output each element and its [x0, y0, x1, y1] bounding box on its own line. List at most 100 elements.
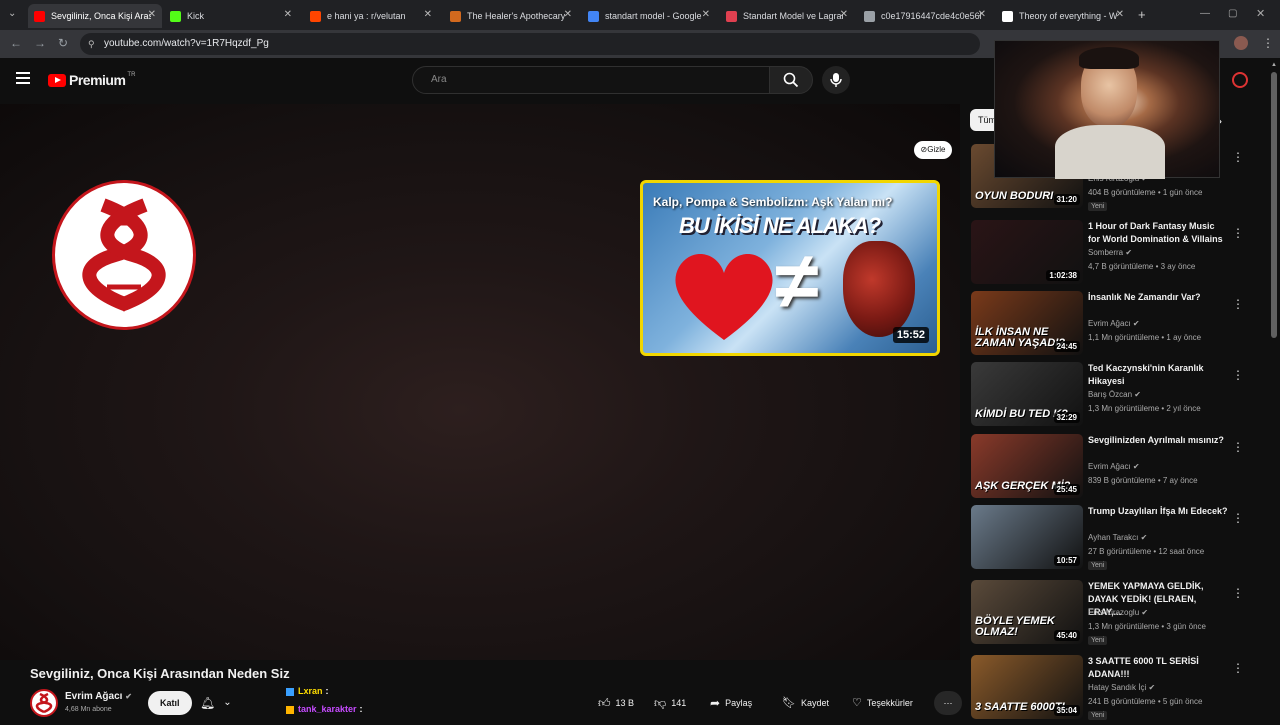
recommended-video-card[interactable]: BÖYLE YEMEK OLMAZ! 45:40 YEMEK YAPMAYA GEL… — [970, 580, 1270, 650]
video-menu-icon[interactable]: ⋮ — [1232, 297, 1244, 311]
new-tab-icon[interactable]: + — [1138, 7, 1146, 22]
browser-tab-title: Standart Model ve Lagran — [743, 11, 843, 21]
browser-tab[interactable]: Theory of everything - W ✕ — [996, 4, 1130, 28]
video-title[interactable]: 3 SAATTE 6000 TL SERİSİ ADANA!!! — [1088, 655, 1228, 681]
hamburger-menu-icon[interactable] — [16, 72, 30, 84]
new-badge: Yeni — [1088, 202, 1108, 211]
search-button[interactable] — [769, 66, 813, 94]
url-field[interactable]: ⚲ youtube.com/watch?v=1R7Hqzdf_Pg — [80, 33, 980, 55]
video-thumbnail[interactable]: 1:02:38 — [971, 220, 1083, 284]
close-tab-icon[interactable]: ✕ — [702, 9, 710, 20]
recommended-video-card[interactable]: 10:57 Trump Uzaylıları İfşa Mı Edecek? Ayh… — [970, 505, 1270, 575]
back-icon[interactable]: ← — [10, 36, 22, 50]
video-menu-icon[interactable]: ⋮ — [1232, 661, 1244, 675]
recommended-video-card[interactable]: KİMDİ BU TED K? 32:29 Ted Kaczynski'nin Ka… — [970, 362, 1270, 432]
chevron-down-icon: ⌄ — [223, 697, 232, 708]
video-channel[interactable]: Evrim Ağacı ✔ — [1088, 462, 1140, 471]
youtube-logo[interactable]: Premium TR — [48, 72, 135, 88]
browser-tab[interactable]: e hani ya : r/velutan ✕ — [304, 4, 438, 28]
browser-tab[interactable]: Kick ✕ — [164, 4, 298, 28]
dna-logo-icon — [35, 692, 53, 714]
video-meta: 1,1 Mn görüntüleme • 1 ay önce — [1088, 333, 1202, 342]
video-channel[interactable]: Hatay Sandık İçi ✔ — [1088, 683, 1155, 692]
browser-tab[interactable]: The Healer's Apothecary ✕ — [444, 4, 578, 28]
browser-tab[interactable]: Standart Model ve Lagran ✕ — [720, 4, 854, 28]
dislike-button[interactable]: 👎︎ 141 — [644, 691, 696, 715]
hide-endscreen-button[interactable]: ⊘Gizle — [914, 141, 952, 159]
like-button[interactable]: 👍︎ 13 B — [588, 691, 644, 715]
endscreen-video-card[interactable]: Kalp, Pompa & Sembolizm: Aşk Yalan mı? B… — [640, 180, 940, 356]
verified-icon: ✔ — [1130, 462, 1140, 471]
tab-list-dropdown-icon[interactable]: ⌄ — [8, 8, 16, 19]
video-title[interactable]: Sevgilinizden Ayrılmalı mısınız? — [1088, 434, 1228, 447]
apothecary-icon — [450, 10, 461, 22]
more-actions-button[interactable]: ⋯ — [934, 691, 962, 715]
video-menu-icon[interactable]: ⋮ — [1232, 368, 1244, 382]
profile-avatar-icon[interactable] — [1234, 36, 1248, 50]
recommended-video-card[interactable]: AŞK GERÇEK Mİ? 25:45 Sevgilinizden Ayrılma… — [970, 434, 1270, 504]
close-tab-icon[interactable]: ✕ — [840, 9, 848, 20]
close-tab-icon[interactable]: ✕ — [564, 9, 572, 20]
close-tab-icon[interactable]: ✕ — [424, 9, 432, 20]
video-channel[interactable]: Ayhan Tarakcı ✔ — [1088, 533, 1147, 542]
video-menu-icon[interactable]: ⋮ — [1232, 440, 1244, 454]
video-menu-icon[interactable]: ⋮ — [1232, 150, 1244, 164]
close-tab-icon[interactable]: ✕ — [1116, 9, 1124, 20]
site-info-icon[interactable]: ⚲ — [88, 33, 95, 55]
browser-tab[interactable]: c0e17916447cde4c0e56b ✕ — [858, 4, 992, 28]
video-title[interactable]: 1 Hour of Dark Fantasy Music for World D… — [1088, 220, 1228, 246]
bell-icon: 🔔︎ — [200, 696, 216, 710]
video-duration: 31:20 — [1053, 194, 1080, 205]
scrollbar-thumb[interactable] — [1271, 72, 1277, 338]
video-menu-icon[interactable]: ⋮ — [1232, 226, 1244, 240]
close-tab-icon[interactable]: ✕ — [148, 9, 156, 20]
video-thumbnail[interactable]: BÖYLE YEMEK OLMAZ! 45:40 — [971, 580, 1083, 644]
window-maximize-icon[interactable]: ▢ — [1228, 8, 1237, 19]
thanks-button[interactable]: ♡ Teşekkürler — [842, 691, 923, 715]
browser-tab-title: e hani ya : r/velutan — [327, 11, 406, 21]
window-minimize-icon[interactable]: — — [1200, 8, 1210, 19]
video-title[interactable]: Trump Uzaylıları İfşa Mı Edecek? — [1088, 505, 1228, 518]
recommended-video-card[interactable]: İLK İNSAN NE ZAMAN YAŞADI? 24:45 İnsanlık … — [970, 291, 1270, 361]
reload-icon[interactable]: ↻ — [58, 36, 68, 50]
video-thumbnail[interactable]: 10:57 — [971, 505, 1083, 569]
recommended-video-card[interactable]: 3 SAATTE 6000TL 35:04 3 SAATTE 6000 TL SER… — [970, 655, 1270, 725]
webcam-hair — [1079, 47, 1139, 69]
video-duration: 45:40 — [1053, 630, 1080, 641]
close-tab-icon[interactable]: ✕ — [284, 9, 292, 20]
channel-name[interactable]: Evrim Ağacı ✔ — [65, 691, 132, 702]
video-thumbnail[interactable]: İLK İNSAN NE ZAMAN YAŞADI? 24:45 — [971, 291, 1083, 355]
subscribe-bell-button[interactable]: 🔔︎ ⌄ — [192, 691, 240, 715]
forward-icon[interactable]: → — [34, 36, 46, 50]
new-badge: Yeni — [1088, 561, 1108, 570]
share-button[interactable]: ➦ Paylaş — [700, 691, 762, 715]
video-channel[interactable]: Evrim Ağacı ✔ — [1088, 319, 1140, 328]
channel-avatar[interactable] — [30, 689, 58, 717]
video-thumbnail[interactable]: KİMDİ BU TED K? 32:29 — [971, 362, 1083, 426]
join-button[interactable]: Katıl — [148, 691, 192, 715]
video-title[interactable]: İnsanlık Ne Zamandır Var? — [1088, 291, 1228, 304]
window-close-icon[interactable]: ✕ — [1256, 7, 1265, 20]
browser-menu-icon[interactable]: ⋮ — [1262, 36, 1274, 50]
browser-tab[interactable]: Sevgiliniz, Onca Kişi Arasın ✕ — [28, 4, 162, 28]
video-title[interactable]: Ted Kaczynski'nin Karanlık Hikayesi — [1088, 362, 1228, 388]
heart-icon — [675, 254, 773, 340]
browser-tab[interactable]: standart model - Google ✕ — [582, 4, 716, 28]
video-menu-icon[interactable]: ⋮ — [1232, 511, 1244, 525]
video-channel[interactable]: Somberra ✔ — [1088, 248, 1132, 257]
verified-icon: ✔ — [1146, 683, 1156, 692]
sidebar-scrollbar[interactable]: ▲ — [1270, 62, 1278, 720]
video-thumbnail[interactable]: AŞK GERÇEK Mİ? 25:45 — [971, 434, 1083, 498]
chip-all[interactable]: Tüm — [970, 109, 996, 131]
account-avatar[interactable] — [1232, 72, 1248, 88]
video-channel[interactable]: Enis Kirazoglu ✔ — [1088, 608, 1148, 617]
video-thumbnail[interactable]: 3 SAATTE 6000TL 35:04 — [971, 655, 1083, 719]
save-button[interactable]: 🔖︎ Kaydet — [772, 691, 839, 715]
close-tab-icon[interactable]: ✕ — [978, 9, 986, 20]
google-icon — [588, 10, 599, 22]
voice-search-button[interactable] — [822, 66, 850, 94]
video-channel[interactable]: Barış Özcan ✔ — [1088, 390, 1141, 399]
video-menu-icon[interactable]: ⋮ — [1232, 586, 1244, 600]
search-input[interactable]: Ara — [412, 66, 770, 94]
recommended-video-card[interactable]: 1:02:38 1 Hour of Dark Fantasy Music for … — [970, 220, 1270, 290]
